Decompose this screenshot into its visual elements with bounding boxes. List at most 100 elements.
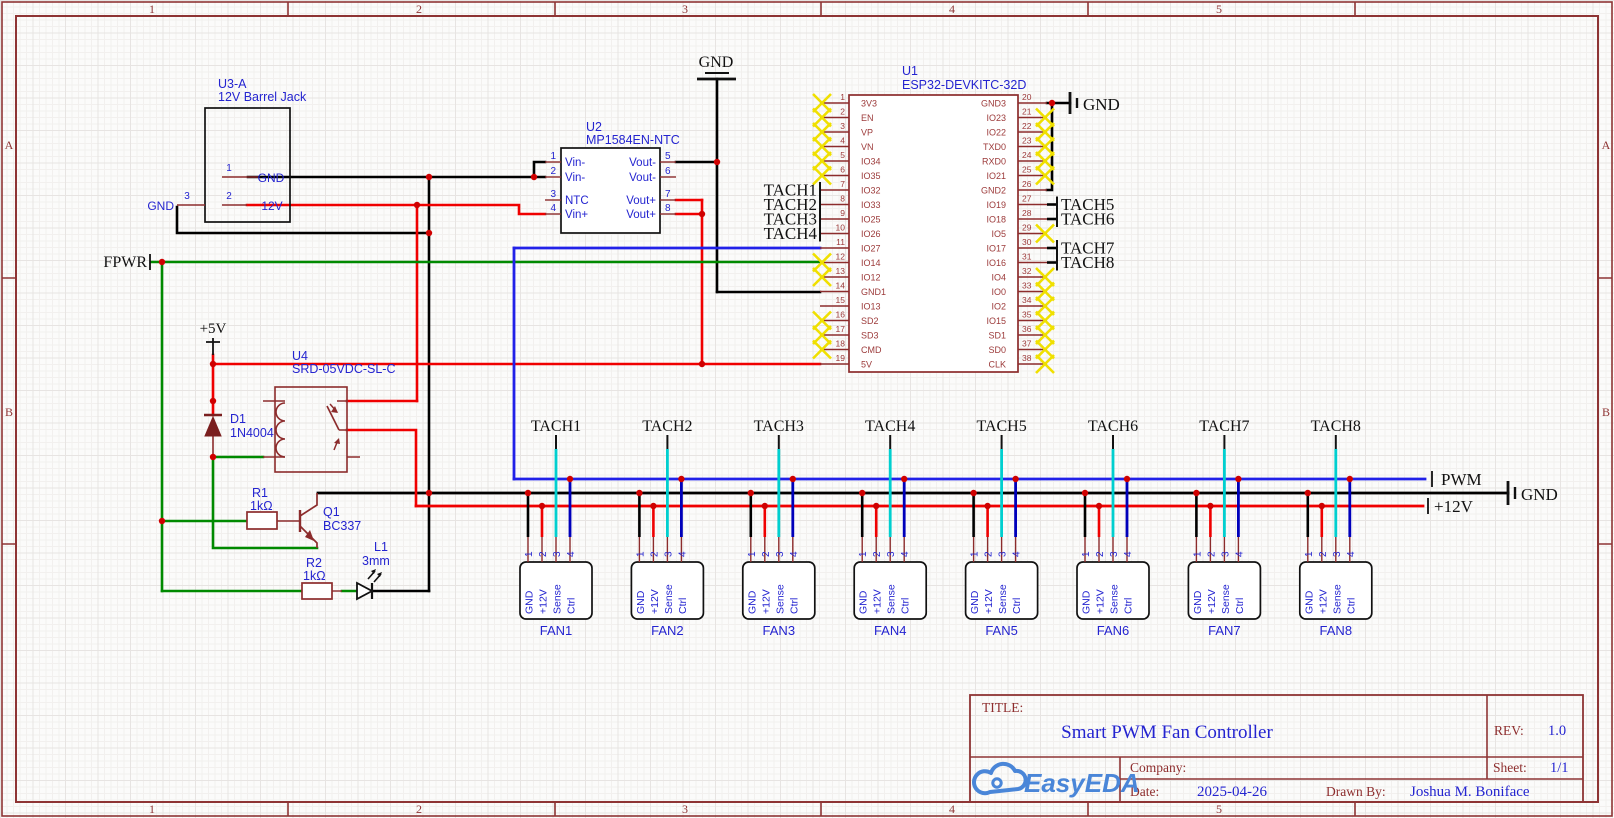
fan-tach-label[interactable]: TACH4 bbox=[865, 418, 915, 435]
fan-pin-number: 1 bbox=[970, 551, 981, 557]
fan-pin-name: Ctrl bbox=[1234, 598, 1246, 614]
fan-connector[interactable]: 1GND2+12V3Sense4CtrlTACH6FAN6 bbox=[1077, 418, 1149, 638]
junction-dot bbox=[970, 490, 976, 496]
u1-pin-name: IO12 bbox=[861, 273, 881, 283]
fan-connector[interactable]: 1GND2+12V3Sense4CtrlTACH4FAN4 bbox=[854, 418, 926, 638]
tach-net-label[interactable]: TACH4 bbox=[764, 224, 818, 243]
ground-flag-u1[interactable]: GND bbox=[1070, 92, 1120, 114]
fan-tach-label[interactable]: TACH5 bbox=[976, 418, 1026, 435]
component-u1-esp32[interactable]: U1 ESP32-DEVKITC-32D 13V32EN3VP4VN5IO346… bbox=[813, 64, 1054, 373]
junction-dot bbox=[1235, 476, 1241, 482]
fan-pin-number: 2 bbox=[1206, 551, 1217, 557]
u1-pin-name: IO16 bbox=[986, 258, 1006, 268]
schematic-canvas[interactable]: 1122334455AABB bbox=[0, 0, 1614, 818]
fan-connector[interactable]: 1GND2+12V3Sense4CtrlTACH3FAN3 bbox=[743, 418, 815, 638]
u1-pin-name: IO32 bbox=[861, 186, 881, 196]
junction-dot bbox=[539, 503, 545, 509]
fan-connector[interactable]: 1GND2+12V3Sense4CtrlTACH1FAN1 bbox=[520, 418, 592, 638]
u2-pin-name: NTC bbox=[565, 195, 589, 207]
fan-pin-name: Ctrl bbox=[1011, 598, 1023, 614]
fan-tach-label[interactable]: TACH1 bbox=[531, 418, 581, 435]
fan-pin-number: 4 bbox=[1012, 551, 1023, 557]
fan-connector[interactable]: 1GND2+12V3Sense4CtrlTACH8FAN8 bbox=[1300, 418, 1372, 638]
fan-tach-label[interactable]: TACH3 bbox=[754, 418, 804, 435]
wire-12v-to-u2[interactable] bbox=[247, 205, 545, 214]
ground-flag-top[interactable]: GND bbox=[697, 54, 736, 79]
u1-pin-number: 36 bbox=[1022, 324, 1032, 334]
fan-pin-number: 1 bbox=[635, 551, 646, 557]
fan-pin-number: 1 bbox=[524, 551, 535, 557]
u1-pin-name: CMD bbox=[861, 345, 882, 355]
component-r2[interactable]: R2 1kΩ bbox=[302, 556, 342, 599]
net-flag-12v[interactable]: +12V bbox=[1428, 497, 1474, 516]
u3-pin3-number: 3 bbox=[184, 191, 190, 202]
d1-value: 1N4004 bbox=[230, 426, 274, 440]
power-flag-5v[interactable]: +5V bbox=[200, 321, 227, 355]
fpwr-label: FPWR bbox=[103, 254, 147, 271]
date-value: 2025-04-26 bbox=[1197, 784, 1267, 800]
fan-tach-label[interactable]: TACH6 bbox=[1088, 418, 1138, 435]
fan-pin-number: 2 bbox=[1318, 551, 1329, 557]
tach-net-label[interactable]: TACH8 bbox=[1061, 253, 1114, 272]
fan-pin-name: +12V bbox=[760, 589, 772, 614]
ground-flag-right[interactable]: GND bbox=[1508, 481, 1558, 505]
u4-body[interactable] bbox=[275, 387, 347, 472]
junction-dot bbox=[1082, 490, 1088, 496]
u1-pin-number: 28 bbox=[1022, 208, 1032, 218]
fan-connector[interactable]: 1GND2+12V3Sense4CtrlTACH5FAN5 bbox=[966, 418, 1038, 638]
u1-pin-name: IO4 bbox=[991, 273, 1006, 283]
drawn-by-value: Joshua M. Boniface bbox=[1410, 784, 1530, 800]
fan-pin-name: GND bbox=[635, 590, 647, 614]
u3-pin2-number: 2 bbox=[226, 191, 232, 202]
fan-tach-label[interactable]: TACH7 bbox=[1199, 418, 1249, 435]
junction-dot bbox=[1012, 476, 1018, 482]
fan-pin-name: GND bbox=[1303, 590, 1315, 614]
junction-dot bbox=[699, 211, 705, 217]
schematic-title: Smart PWM Fan Controller bbox=[1061, 722, 1273, 743]
u1-pin-name: VN bbox=[861, 142, 874, 152]
u2-pin-number: 2 bbox=[550, 166, 556, 177]
fan-connector[interactable]: 1GND2+12V3Sense4CtrlTACH2FAN2 bbox=[631, 418, 703, 638]
component-u3-barrel-jack[interactable]: U3-A 12V Barrel Jack 1 2 3 GND 12V GND bbox=[147, 77, 307, 222]
component-u2-buck[interactable]: U2 MP1584EN-NTC 1Vin-2Vin-3NTC4Vin+5Vout… bbox=[545, 120, 680, 233]
l1-value: 3mm bbox=[362, 554, 390, 568]
tach-net-label[interactable]: TACH6 bbox=[1061, 210, 1114, 229]
component-d1-diode[interactable]: D1 1N4004 bbox=[204, 412, 274, 457]
net-flag-fpwr[interactable]: FPWR bbox=[103, 254, 150, 271]
gnd-top-label: GND bbox=[699, 54, 734, 71]
u2-pin-number: 5 bbox=[665, 151, 671, 162]
u3-pin1-net-label: GND bbox=[258, 171, 285, 185]
easyeda-cloud-eye bbox=[993, 779, 1001, 787]
u1-pin-name: IO21 bbox=[986, 171, 1006, 181]
pwm-label: PWM bbox=[1441, 470, 1482, 489]
junction-dot bbox=[1347, 476, 1353, 482]
fan-connector[interactable]: 1GND2+12V3Sense4CtrlTACH7FAN7 bbox=[1188, 418, 1260, 638]
component-r1[interactable]: R1 1kΩ bbox=[247, 486, 300, 529]
u1-pin-number: 13 bbox=[836, 266, 846, 276]
frame-column-label: 4 bbox=[949, 802, 955, 816]
fan-pin-name: Sense bbox=[997, 584, 1009, 614]
u1-pin-name: IO18 bbox=[986, 215, 1006, 225]
r2-value: 1kΩ bbox=[303, 569, 326, 583]
u2-pin-number: 7 bbox=[665, 189, 671, 200]
junction-dot bbox=[901, 476, 907, 482]
frame-column-label: 3 bbox=[682, 2, 688, 16]
rev-label: REV: bbox=[1494, 723, 1524, 738]
fan-pin-name: +12V bbox=[1317, 589, 1329, 614]
fan-tach-label[interactable]: TACH2 bbox=[642, 418, 692, 435]
junction-dot bbox=[426, 230, 432, 236]
u1-ref: U1 bbox=[902, 64, 918, 78]
component-q1-transistor[interactable]: Q1 BC337 bbox=[300, 493, 361, 548]
r1-body[interactable] bbox=[247, 512, 277, 529]
u3-ref: U3-A bbox=[218, 77, 247, 91]
frame-column-label: 5 bbox=[1216, 802, 1222, 816]
wire-relay-no[interactable] bbox=[347, 430, 416, 506]
junction-dot bbox=[159, 259, 165, 265]
p5v-label: +5V bbox=[200, 321, 227, 337]
title-block: TITLE: Smart PWM Fan Controller REV: 1.0… bbox=[970, 695, 1583, 802]
net-flag-pwm[interactable]: PWM bbox=[1432, 470, 1482, 489]
r2-body[interactable] bbox=[302, 583, 332, 599]
fan-tach-label[interactable]: TACH8 bbox=[1311, 418, 1361, 435]
component-u4-relay[interactable]: U4 SRD-05VDC-SL-C bbox=[263, 349, 396, 472]
u1-pin-name: IO35 bbox=[861, 171, 881, 181]
